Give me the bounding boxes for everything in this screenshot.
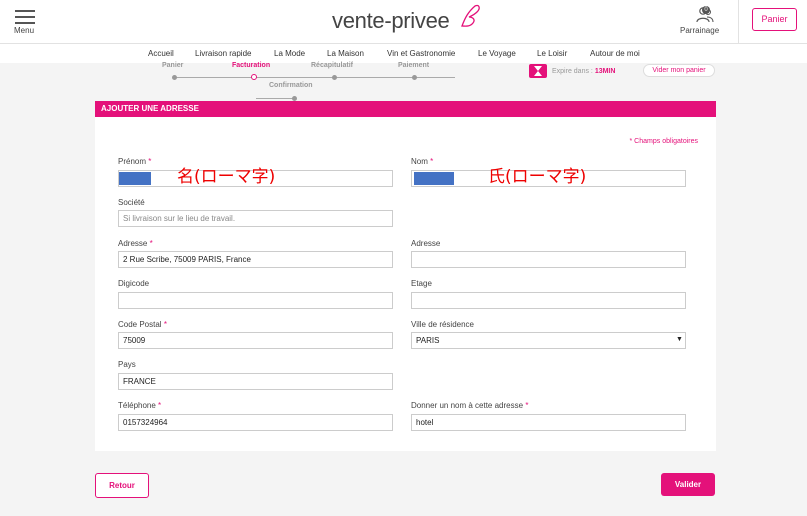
pays-label: Pays — [118, 360, 136, 369]
menu-label: Menu — [14, 26, 35, 35]
societe-input[interactable] — [118, 210, 393, 227]
step-label-recapitulatif: Récapitulatif — [311, 62, 354, 69]
parrainage-badge: 0 — [702, 6, 710, 14]
valider-button[interactable]: Valider — [661, 473, 715, 496]
ville-selected-value: PARIS — [416, 336, 440, 345]
adresse2-label: Adresse — [411, 239, 441, 248]
etage-label: Etage — [411, 279, 432, 288]
nav-item-vin-gastronomie[interactable]: Vin et Gastronomie — [387, 49, 455, 58]
caret-down-icon: ▼ — [676, 336, 683, 343]
step-dot-panier — [172, 75, 177, 80]
step-dot-paiement — [412, 75, 417, 80]
step-dot-recapitulatif — [332, 75, 337, 80]
telephone-input[interactable] — [118, 414, 393, 431]
timer-value: 13MIN — [594, 68, 616, 75]
telephone-label: Téléphone * — [118, 401, 162, 410]
address-form-card: AJOUTER UNE ADRESSE * Champs obligatoire… — [95, 101, 716, 451]
step-label-panier: Panier — [162, 62, 184, 69]
timer-label: Expire dans : — [552, 68, 593, 75]
nom-adresse-label: Donner un nom à cette adresse * — [411, 401, 529, 410]
butterfly-logo-icon — [461, 4, 480, 27]
digicode-label: Digicode — [118, 279, 150, 288]
nav-item-autour-de-moi[interactable]: Autour de moi — [590, 49, 640, 58]
prenom-annotation: 名(ローマ字) — [177, 167, 276, 187]
etage-input[interactable] — [411, 292, 686, 309]
nav-item-accueil[interactable]: Accueil — [148, 49, 174, 58]
panier-button[interactable]: Panier — [752, 8, 797, 31]
redacted-prenom — [119, 172, 151, 185]
ville-label: Ville de résidence — [411, 320, 475, 329]
retour-button[interactable]: Retour — [95, 473, 149, 498]
nav-item-la-mode[interactable]: La Mode — [274, 49, 305, 58]
code-postal-input[interactable] — [118, 332, 393, 349]
adresse-input[interactable] — [118, 251, 393, 268]
adresse2-input[interactable] — [411, 251, 686, 268]
hamburger-icon — [13, 10, 37, 24]
confirmation-line — [256, 98, 296, 99]
redacted-nom — [414, 172, 454, 185]
adresse-label: Adresse * — [118, 239, 153, 248]
digicode-input[interactable] — [118, 292, 393, 309]
nom-adresse-input[interactable] — [411, 414, 686, 431]
main-nav: Accueil Livraison rapide La Mode La Mais… — [0, 44, 807, 63]
step-label-confirmation: Confirmation — [269, 82, 313, 89]
ville-select[interactable]: PARIS — [411, 332, 686, 349]
prenom-label: Prénom * — [118, 157, 152, 166]
step-label-facturation: Facturation — [232, 62, 271, 69]
hourglass-icon — [529, 64, 547, 78]
required-fields-note: * Champs obligatoires — [629, 138, 698, 145]
step-label-paiement: Paiement — [398, 62, 430, 69]
header-divider — [738, 0, 739, 44]
step-dot-facturation — [251, 74, 257, 80]
parrainage-label: Parrainage — [680, 26, 720, 35]
nav-item-la-maison[interactable]: La Maison — [327, 49, 364, 58]
cart-timer: Expire dans : 13MIN — [552, 68, 615, 75]
nom-annotation: 氏(ローマ字) — [488, 167, 587, 187]
nav-item-le-loisir[interactable]: Le Loisir — [537, 49, 567, 58]
nav-item-livraison-rapide[interactable]: Livraison rapide — [195, 49, 251, 58]
code-postal-label: Code Postal * — [118, 320, 167, 329]
site-header: Menu vente-privee 0 Parrainage Panier — [0, 0, 807, 44]
nom-label: Nom * — [411, 157, 434, 166]
nav-item-le-voyage[interactable]: Le Voyage — [478, 49, 516, 58]
pays-input[interactable] — [118, 373, 393, 390]
logo-text[interactable]: vente-privee — [332, 8, 450, 34]
empty-cart-button[interactable]: Vider mon panier — [643, 64, 715, 77]
societe-label: Société — [118, 198, 145, 207]
form-title: AJOUTER UNE ADRESSE — [95, 101, 716, 117]
